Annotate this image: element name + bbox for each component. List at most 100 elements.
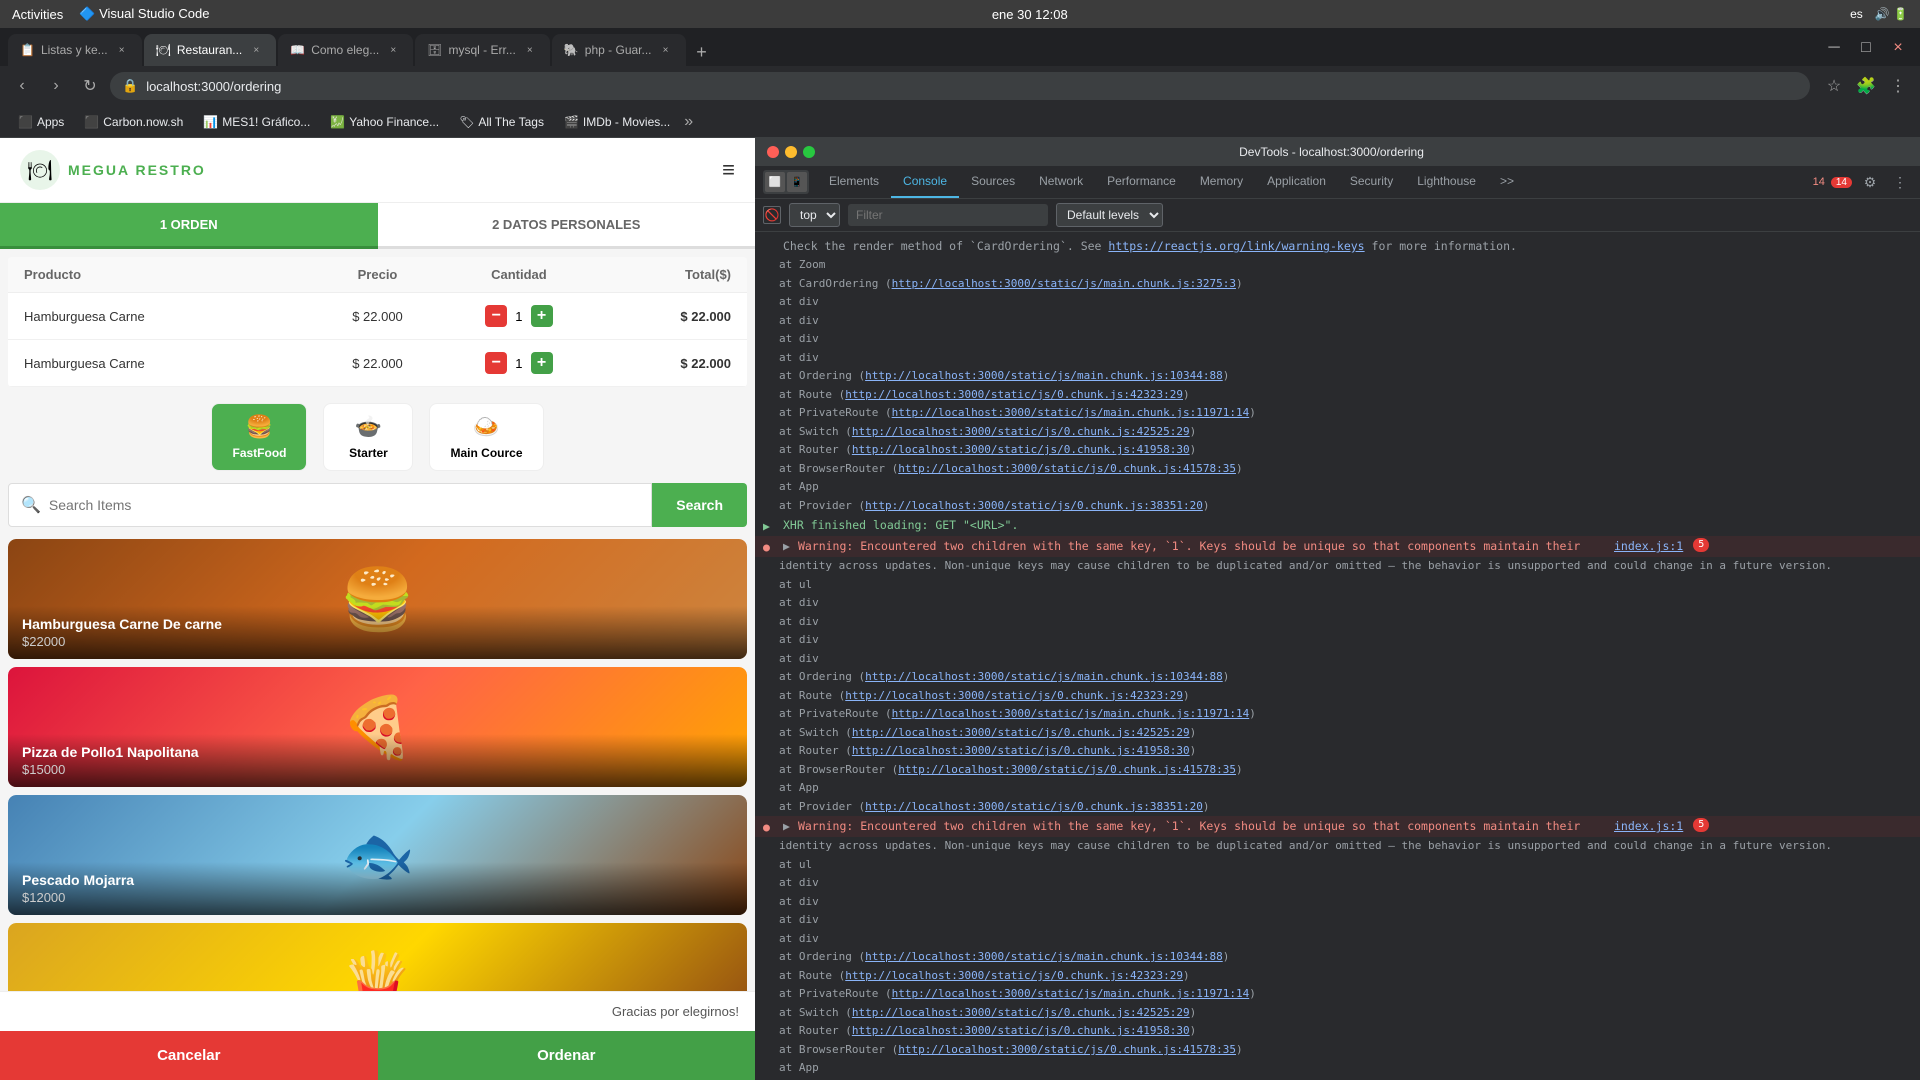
switch-link-1[interactable]: http://localhost:3000/static/js/0.chunk.… <box>852 425 1190 438</box>
search-input[interactable] <box>49 497 639 513</box>
chrome-menu-btn[interactable]: ⋮ <box>1884 72 1912 100</box>
error-arrow-1[interactable]: ▶ <box>783 538 790 554</box>
error-arrow-2[interactable]: ▶ <box>783 818 790 834</box>
reload-btn[interactable]: ↻ <box>76 72 104 100</box>
devtools-tab-application[interactable]: Application <box>1255 166 1338 198</box>
close-btn[interactable]: × <box>1884 34 1912 62</box>
devtools-close-btn[interactable] <box>767 146 779 158</box>
route-link-1[interactable]: http://localhost:3000/static/js/0.chunk.… <box>845 388 1183 401</box>
maximize-btn[interactable]: □ <box>1852 34 1880 62</box>
devtools-tab-sources[interactable]: Sources <box>959 166 1027 198</box>
bookmark-mes1[interactable]: 📊 MES1! Gráfico... <box>197 113 316 131</box>
console-line-check-render: Check the render method of `CardOrdering… <box>755 236 1920 256</box>
error-count-badge[interactable]: 14 <box>1813 176 1825 188</box>
cat-tab-fastfood[interactable]: 🍔 FastFood <box>211 403 307 471</box>
devtools-settings-btn[interactable]: ⚙ <box>1858 170 1882 194</box>
menu-item-pizza[interactable]: 🍕 Pizza de Pollo1 Napolitana $15000 <box>8 667 747 787</box>
warning-link-2[interactable]: index.js:1 <box>1614 818 1683 834</box>
bookmark-apps[interactable]: ⬛ Apps <box>12 113 70 131</box>
context-selector[interactable]: top <box>789 203 840 227</box>
order-button[interactable]: Ordenar <box>378 1031 756 1080</box>
router-link-3[interactable]: http://localhost:3000/static/js/0.chunk.… <box>852 1024 1190 1037</box>
levels-selector[interactable]: Default levels <box>1056 203 1163 227</box>
menu-item-pescado[interactable]: 🐟 Pescado Mojarra $12000 <box>8 795 747 915</box>
reactjs-link[interactable]: https://reactjs.org/link/warning-keys <box>1108 239 1364 253</box>
cat-tab-starter[interactable]: 🍲 Starter <box>323 403 413 471</box>
ordering-link-3[interactable]: http://localhost:3000/static/js/main.chu… <box>865 950 1223 963</box>
step-personal[interactable]: 2 DATOS PERSONALES <box>378 203 756 249</box>
switch-link-2[interactable]: http://localhost:3000/static/js/0.chunk.… <box>852 726 1190 739</box>
tab-close-btn[interactable]: × <box>385 42 401 58</box>
warning-link-1[interactable]: index.js:1 <box>1614 538 1683 554</box>
tab-close-btn[interactable]: × <box>248 42 264 58</box>
route-link-3[interactable]: http://localhost:3000/static/js/0.chunk.… <box>845 969 1183 982</box>
router-link-2[interactable]: http://localhost:3000/static/js/0.chunk.… <box>852 744 1190 757</box>
bookmark-star-btn[interactable]: ☆ <box>1820 72 1848 100</box>
tab-close-btn[interactable]: × <box>114 42 130 58</box>
cardordering-link[interactable]: http://localhost:3000/static/js/main.chu… <box>892 277 1236 290</box>
stack-div4: at div <box>755 349 1920 368</box>
provider-link-2[interactable]: http://localhost:3000/static/js/0.chunk.… <box>865 800 1203 813</box>
privateroute-link-2[interactable]: http://localhost:3000/static/js/main.chu… <box>892 707 1250 720</box>
vscode-label[interactable]: 🔷 Visual Studio Code <box>79 6 209 22</box>
ordering-link-1[interactable]: http://localhost:3000/static/js/main.chu… <box>865 369 1223 382</box>
devtools-tab-performance[interactable]: Performance <box>1095 166 1188 198</box>
devtools-tab-console[interactable]: Console <box>891 166 959 198</box>
lang-indicator[interactable]: es <box>1850 7 1863 21</box>
console-clear-btn[interactable]: 🚫 <box>763 206 781 224</box>
devtools-inspect-btn[interactable]: ⬜ <box>765 172 785 192</box>
devtools-min-btn[interactable] <box>785 146 797 158</box>
devtools-device-btn[interactable]: 📱 <box>787 172 807 192</box>
devtools-tab-more[interactable]: >> <box>1488 166 1526 198</box>
bookmark-imdb[interactable]: 🎬 IMDb - Movies... <box>558 113 676 131</box>
new-tab-btn[interactable]: + <box>688 38 716 66</box>
activities-label[interactable]: Activities <box>12 7 63 22</box>
cat-tab-maincourse[interactable]: 🍛 Main Cource <box>429 403 543 471</box>
qty-minus-btn-1[interactable]: − <box>485 305 507 327</box>
devtools-tab-elements[interactable]: Elements <box>817 166 891 198</box>
router-link-1[interactable]: http://localhost:3000/static/js/0.chunk.… <box>852 443 1190 456</box>
devtools-max-btn[interactable] <box>803 146 815 158</box>
step-order[interactable]: 1 ORDEN <box>0 203 378 249</box>
browserrouter-link-1[interactable]: http://localhost:3000/static/js/0.chunk.… <box>898 462 1236 475</box>
console-filter-input[interactable] <box>848 204 1048 226</box>
forward-btn[interactable]: › <box>42 72 70 100</box>
devtools-tab-network[interactable]: Network <box>1027 166 1095 198</box>
provider-link-1[interactable]: http://localhost:3000/static/js/0.chunk.… <box>865 499 1203 512</box>
route-link-2[interactable]: http://localhost:3000/static/js/0.chunk.… <box>845 689 1183 702</box>
switch-link-3[interactable]: http://localhost:3000/static/js/0.chunk.… <box>852 1006 1190 1019</box>
tab-como[interactable]: 📖 Como eleg... × <box>278 34 413 66</box>
tab-close-btn[interactable]: × <box>658 42 674 58</box>
tab-restaurant[interactable]: 🍽 Restauran... × <box>144 34 277 66</box>
back-btn[interactable]: ‹ <box>8 72 36 100</box>
tab-close-btn[interactable]: × <box>522 42 538 58</box>
devtools-tab-security[interactable]: Security <box>1338 166 1405 198</box>
cancel-button[interactable]: Cancelar <box>0 1031 378 1080</box>
address-bar[interactable]: 🔒 localhost:3000/ordering <box>110 72 1810 100</box>
qty-plus-btn-2[interactable]: + <box>531 352 553 374</box>
menu-item-hamburguesa[interactable]: 🍔 Hamburguesa Carne De carne $22000 <box>8 539 747 659</box>
tab-listas[interactable]: 📋 Listas y ke... × <box>8 34 142 66</box>
search-button[interactable]: Search <box>652 483 747 527</box>
bookmark-carbon[interactable]: ⬛ Carbon.now.sh <box>78 113 189 131</box>
hamburger-menu-btn[interactable]: ≡ <box>722 157 735 183</box>
browserrouter-link-2[interactable]: http://localhost:3000/static/js/0.chunk.… <box>898 763 1236 776</box>
browserrouter-link-3[interactable]: http://localhost:3000/static/js/0.chunk.… <box>898 1043 1236 1056</box>
privateroute-link-3[interactable]: http://localhost:3000/static/js/main.chu… <box>892 987 1250 1000</box>
bookmark-alltags[interactable]: 🏷 All The Tags <box>453 113 550 131</box>
minimize-btn[interactable]: ─ <box>1820 34 1848 62</box>
devtools-tab-memory[interactable]: Memory <box>1188 166 1255 198</box>
qty-minus-btn-2[interactable]: − <box>485 352 507 374</box>
devtools-more-btn[interactable]: ⋮ <box>1888 170 1912 194</box>
tab-mysql[interactable]: 🗄 mysql - Err... × <box>415 34 550 66</box>
tab-php[interactable]: 🐘 php - Guar... × <box>552 34 686 66</box>
devtools-tab-lighthouse[interactable]: Lighthouse <box>1405 166 1488 198</box>
bookmarks-more-btn[interactable]: » <box>684 113 693 131</box>
bookmark-yahoo[interactable]: 💹 Yahoo Finance... <box>324 113 445 131</box>
privateroute-link-1[interactable]: http://localhost:3000/static/js/main.chu… <box>892 406 1250 419</box>
menu-item-salchipapa[interactable]: 🍟 Salchipapa Basica $8000 <box>8 923 747 991</box>
ordering-link-2[interactable]: http://localhost:3000/static/js/main.chu… <box>865 670 1223 683</box>
cat-label-fastfood: FastFood <box>232 446 286 460</box>
qty-plus-btn-1[interactable]: + <box>531 305 553 327</box>
extensions-btn[interactable]: 🧩 <box>1852 72 1880 100</box>
